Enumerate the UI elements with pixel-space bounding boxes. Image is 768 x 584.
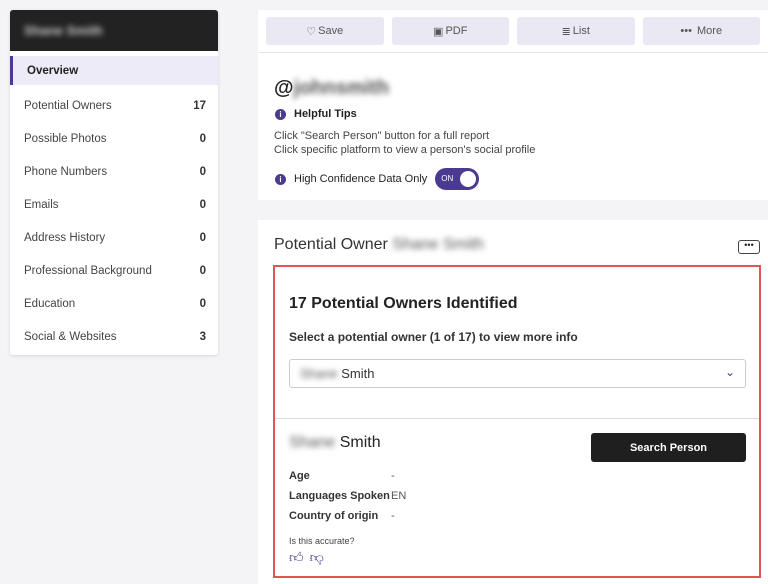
- owners-count-heading: 17 Potential Owners Identified: [289, 295, 518, 313]
- sidebar-item-emails[interactable]: Emails 0: [10, 188, 218, 221]
- person-name: Shane Smith: [289, 434, 381, 452]
- sidebar-item-social-websites[interactable]: Social & Websites 3: [10, 320, 218, 353]
- chevron-down-icon: ⌄: [725, 365, 735, 379]
- sidebar-item-label: Possible Photos: [24, 133, 106, 145]
- accuracy-question: Is this accurate?: [289, 536, 355, 546]
- username-heading: @johnsmith: [274, 77, 768, 100]
- field-languages: Languages SpokenEN: [289, 490, 406, 502]
- section-title: Potential Owner Shane Smith: [274, 236, 484, 254]
- confidence-row: iHigh Confidence Data OnlyON: [275, 168, 768, 190]
- sidebar-item-count: 17: [193, 100, 206, 112]
- options-button[interactable]: •••: [738, 240, 760, 254]
- field-country: Country of origin-: [289, 510, 395, 522]
- list-icon: ≣: [562, 25, 571, 38]
- sidebar-item-education[interactable]: Education 0: [10, 287, 218, 320]
- helpful-tips: iHelpful Tips: [275, 108, 768, 120]
- owner-select[interactable]: Shane Smith⌄: [289, 359, 746, 388]
- sidebar-item-count: 0: [200, 133, 206, 145]
- heart-icon: ♡: [306, 25, 316, 38]
- sidebar-item-label: Overview: [27, 65, 78, 77]
- sidebar-item-potential-owners[interactable]: Potential Owners 17: [10, 89, 218, 122]
- sidebar-header: Shane Smith: [10, 10, 218, 51]
- sidebar-item-label: Social & Websites: [24, 331, 116, 343]
- thumbs-up-icon[interactable]: 👍︎: [289, 549, 304, 566]
- profile-card: ♡Save ▣PDF ≣List ••• More @johnsmith iHe…: [258, 10, 768, 200]
- sidebar-item-label: Education: [24, 298, 75, 310]
- sidebar: Shane Smith OverviewPotential Owners17Po…: [10, 10, 218, 355]
- sidebar-item-possible-photos[interactable]: Possible Photos 0: [10, 122, 218, 155]
- sidebar-item-count: 0: [200, 199, 206, 211]
- sidebar-item-professional-background[interactable]: Professional Background 0: [10, 254, 218, 287]
- sidebar-item-label: Emails: [24, 199, 59, 211]
- list-button[interactable]: ≣List: [517, 17, 635, 45]
- more-button[interactable]: ••• More: [643, 17, 761, 45]
- pdf-icon: ▣: [433, 25, 443, 38]
- sidebar-item-count: 0: [200, 232, 206, 244]
- info-icon: i: [275, 109, 286, 120]
- info-icon: i: [275, 174, 286, 185]
- search-person-button[interactable]: Search Person: [591, 433, 746, 462]
- potential-owner-card: Potential Owner Shane Smith ••• 17 Poten…: [258, 220, 768, 584]
- sidebar-item-phone-numbers[interactable]: Phone Numbers 0: [10, 155, 218, 188]
- field-age: Age-: [289, 470, 395, 482]
- tip-1: Click "Search Person" button for a full …: [274, 129, 768, 143]
- save-button[interactable]: ♡Save: [266, 17, 384, 45]
- toolbar: ♡Save ▣PDF ≣List ••• More: [258, 10, 768, 53]
- sidebar-item-overview[interactable]: Overview: [10, 56, 218, 85]
- sidebar-item-label: Phone Numbers: [24, 166, 107, 178]
- select-label: Select a potential owner (1 of 17) to vi…: [289, 330, 578, 344]
- high-confidence-toggle[interactable]: ON: [435, 168, 479, 190]
- sidebar-item-count: 0: [200, 265, 206, 277]
- sidebar-item-label: Professional Background: [24, 265, 152, 277]
- ellipsis-icon: •••: [680, 25, 695, 37]
- pdf-button[interactable]: ▣PDF: [392, 17, 510, 45]
- divider: [275, 418, 759, 419]
- sidebar-item-count: 0: [200, 298, 206, 310]
- owners-panel: 17 Potential Owners Identified Select a …: [273, 265, 761, 578]
- sidebar-item-label: Address History: [24, 232, 105, 244]
- sidebar-item-label: Potential Owners: [24, 100, 112, 112]
- sidebar-item-address-history[interactable]: Address History 0: [10, 221, 218, 254]
- sidebar-item-count: 0: [200, 166, 206, 178]
- tip-2: Click specific platform to view a person…: [274, 143, 768, 157]
- thumbs-down-icon[interactable]: 👎︎: [310, 549, 324, 566]
- sidebar-item-count: 3: [200, 331, 206, 343]
